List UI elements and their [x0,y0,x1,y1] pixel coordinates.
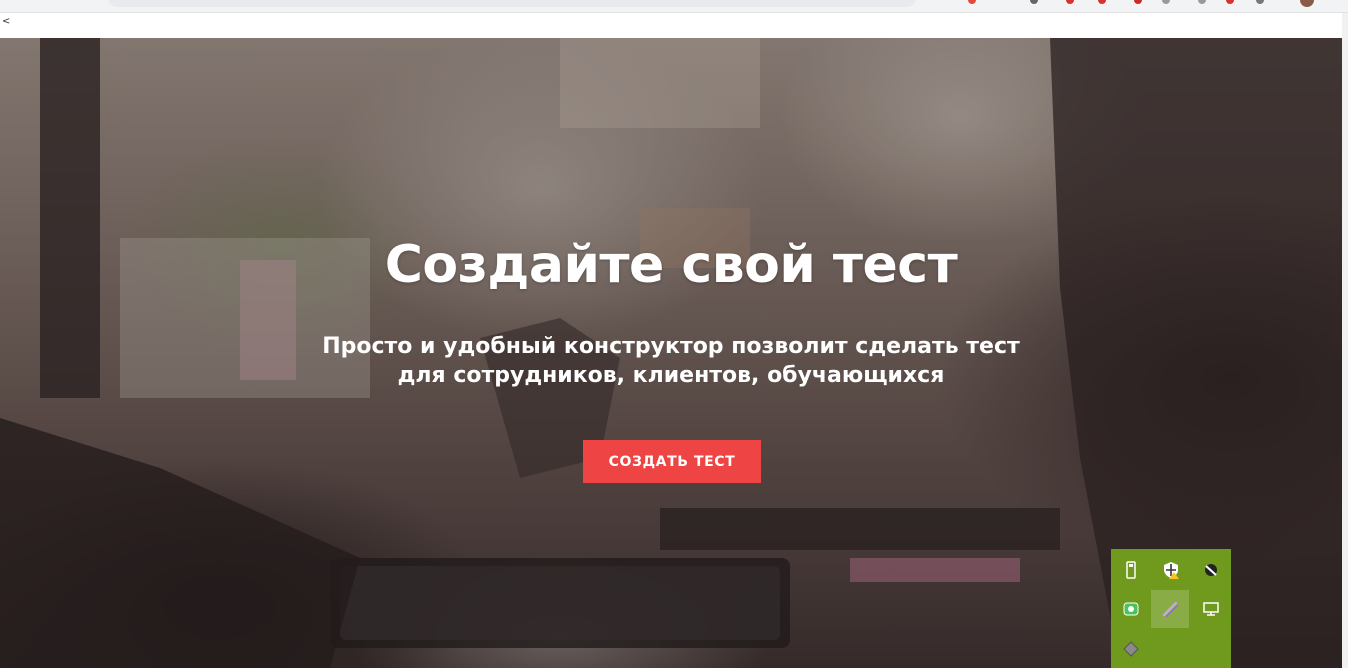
system-tray-popup [1111,549,1231,668]
extension-icon[interactable] [1030,0,1038,4]
create-test-button[interactable]: СОЗДАТЬ ТЕСТ [583,440,761,483]
address-bar[interactable] [108,0,916,7]
extension-icon[interactable] [1134,0,1142,4]
profile-avatar[interactable] [1300,0,1314,7]
page-top-strip: < [0,13,1342,37]
app-green-icon[interactable] [1112,590,1150,628]
hero-subtitle-line: для сотрудников, клиентов, обучающихся [397,363,945,388]
network-icon[interactable] [1192,551,1230,589]
back-arrow-icon[interactable]: < [2,16,10,27]
extension-icon[interactable] [1198,0,1206,4]
page-scrollbar[interactable] [1342,13,1348,668]
extension-icon[interactable] [968,0,976,4]
security-shield-icon[interactable] [1152,551,1190,589]
hero-subtitle-line: Просто и удобный конструктор позволит сд… [322,334,1020,359]
extension-icon[interactable] [1226,0,1234,4]
pen-icon[interactable] [1151,590,1189,628]
display-icon[interactable] [1192,590,1230,628]
browser-toolbar [0,0,1348,13]
diamond-icon[interactable] [1112,630,1150,668]
extension-icon[interactable] [1256,0,1264,4]
hero-title: Создайте свой тест [384,235,958,295]
extension-icon[interactable] [1162,0,1170,4]
extension-icon[interactable] [1066,0,1074,4]
extension-icon[interactable] [1098,0,1106,4]
hero-subtitle: Просто и удобный конструктор позволит сд… [0,332,1342,390]
usb-drive-icon[interactable] [1112,551,1150,589]
